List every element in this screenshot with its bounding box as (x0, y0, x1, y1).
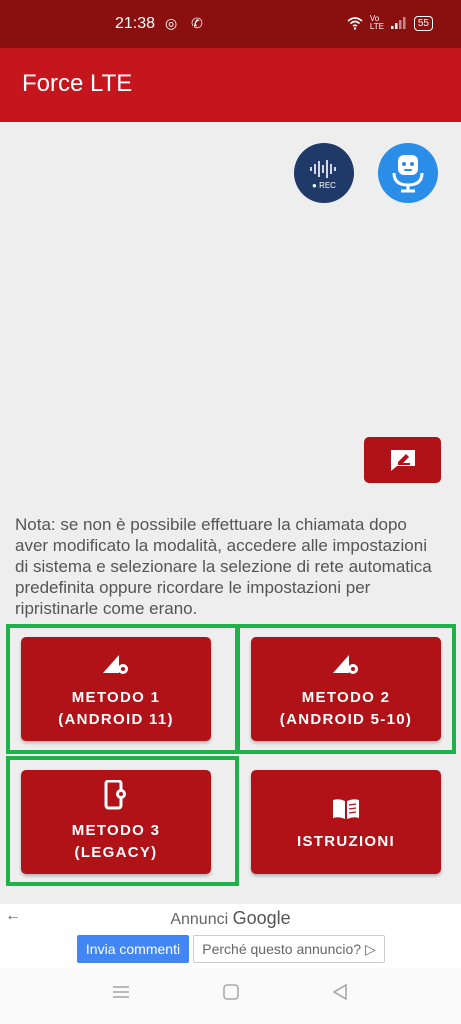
ad-why-button[interactable]: Perché questo annuncio? ▷ (193, 935, 385, 963)
google-brand: Google (232, 908, 291, 928)
phone-settings-icon (103, 780, 129, 810)
status-time: 21:38 (115, 15, 156, 32)
signal-icon (390, 17, 406, 29)
ad-prefix: Annunci (170, 911, 229, 928)
status-bar: 21:38 ◎ ✆ Vo LTE 55 (0, 0, 461, 48)
method-1-button[interactable]: METODO 1 (ANDROID 11) (21, 637, 211, 741)
method-2-label-line-1: METODO 2 (301, 689, 391, 706)
volte-icon: Vo LTE (369, 14, 384, 31)
ad-feedback-button[interactable]: Invia commenti (77, 935, 189, 963)
book-icon (331, 791, 361, 821)
microphone-robot-icon (392, 155, 424, 193)
rec-label: ● REC (312, 181, 336, 190)
method-3-label-line-1: METODO 3 (71, 822, 161, 839)
info-note: Nota: se non è possibile effettuare la c… (15, 515, 432, 618)
edit-message-icon (390, 450, 415, 471)
ad-banner: ← Annunci Google Invia commenti Perché q… (0, 904, 461, 968)
battery-icon: 55 (413, 15, 433, 31)
navigation-bar (0, 968, 461, 1024)
notification-icons: ◎ ✆ (165, 15, 208, 31)
instructions-button[interactable]: ISTRUZIONI (251, 770, 441, 874)
method-2-button[interactable]: METODO 2 (ANDROID 5-10) (251, 637, 441, 741)
method-3-button[interactable]: METODO 3 (LEGACY) (21, 770, 211, 874)
back-icon[interactable] (330, 982, 350, 1008)
signal-gear-icon (101, 647, 131, 677)
system-icons: Vo LTE 55 (347, 15, 433, 31)
wifi-icon (347, 16, 363, 30)
method-2-label-line-2: (ANDROID 5-10) (279, 711, 413, 728)
ad-title: Annunci Google (0, 908, 461, 929)
method-3-label-line-2: (LEGACY) (74, 844, 158, 861)
home-icon[interactable] (221, 982, 241, 1008)
app-title: Force LTE (22, 70, 133, 97)
app-bar: Force LTE (0, 48, 461, 122)
instructions-label: ISTRUZIONI (297, 833, 395, 850)
voice-recorder-button[interactable]: ● REC (294, 143, 354, 203)
menu-icon[interactable] (111, 982, 131, 1008)
signal-gear-icon (331, 647, 361, 677)
feedback-button[interactable] (364, 437, 441, 483)
voice-assistant-button[interactable] (378, 143, 438, 203)
method-1-label-line-1: METODO 1 (71, 689, 161, 706)
method-1-label-line-2: (ANDROID 11) (58, 711, 174, 728)
